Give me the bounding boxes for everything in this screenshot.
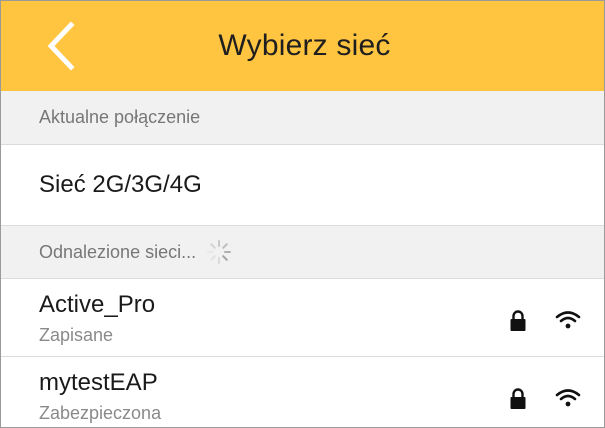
page-title: Wybierz sieć xyxy=(218,29,391,62)
chevron-left-icon xyxy=(47,21,75,71)
back-button[interactable] xyxy=(41,19,85,73)
current-connection-row: Sieć 2G/3G/4G xyxy=(1,145,604,225)
wifi-icon xyxy=(555,389,581,407)
section-header-found: Odnalezione sieci... xyxy=(1,225,604,279)
current-connection-label: Sieć 2G/3G/4G xyxy=(39,171,202,198)
header-bar: Wybierz sieć xyxy=(1,1,604,91)
network-row-mytesteap[interactable]: mytestEAP Zabezpieczona xyxy=(1,357,604,427)
section-label-found: Odnalezione sieci... xyxy=(39,241,197,262)
network-select-screen: Wybierz sieć Aktualne połączenie Sieć 2G… xyxy=(0,0,605,428)
network-name: Active_Pro xyxy=(39,291,156,318)
network-status: Zapisane xyxy=(39,325,114,345)
lock-icon xyxy=(510,310,526,331)
section-label-current: Aktualne połączenie xyxy=(39,107,201,127)
network-row-active-pro[interactable]: Active_Pro Zapisane xyxy=(1,279,604,357)
wifi-icon xyxy=(555,311,581,329)
network-status: Zabezpieczona xyxy=(39,403,162,423)
section-header-current: Aktualne połączenie xyxy=(1,91,604,145)
loading-spinner-icon xyxy=(207,240,232,264)
network-name: mytestEAP xyxy=(39,369,158,396)
lock-icon xyxy=(510,388,526,409)
